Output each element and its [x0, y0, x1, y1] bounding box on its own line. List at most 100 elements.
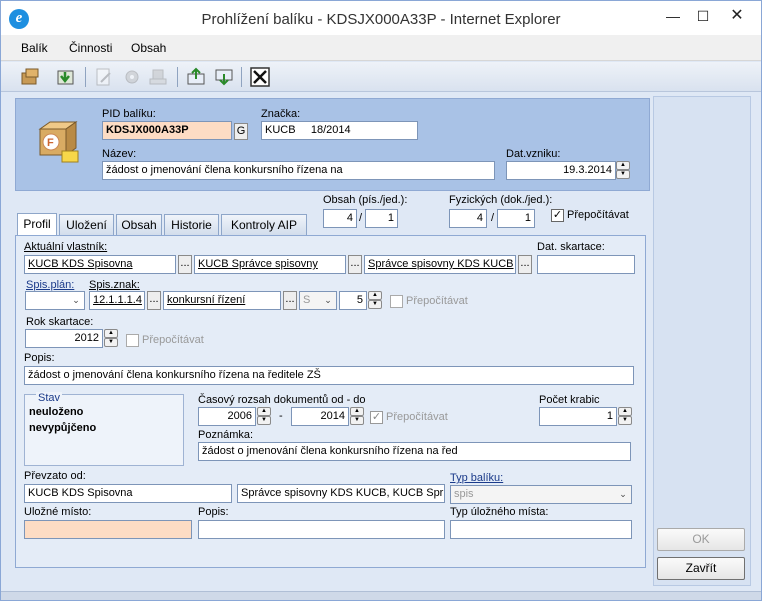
popis-label: Popis: [24, 352, 55, 364]
stamp-icon[interactable] [147, 66, 169, 88]
move-down-icon[interactable] [213, 66, 235, 88]
stav-vypujceni-value: nevypůjčeno [29, 422, 97, 434]
ulozne-misto-field[interactable] [24, 520, 192, 539]
menu-balik[interactable]: Balík [21, 41, 48, 55]
datskartace-label: Dat. skartace: [537, 241, 605, 253]
obsah-slash: / [359, 212, 363, 224]
typulozne-field[interactable] [450, 520, 632, 539]
toolbar-separator [85, 67, 86, 87]
vlastnik-1-browse-button[interactable]: ... [178, 255, 192, 274]
poznamka-field[interactable]: žádost o jmenování člena konkursního říz… [198, 442, 631, 461]
pocetkrabic-label: Počet krabic [539, 394, 600, 406]
obsah-pis-field[interactable]: 4 [323, 209, 357, 228]
rozsah-dash: - [279, 410, 283, 422]
vlastnik-3-browse-button[interactable]: ... [518, 255, 532, 274]
nazev-label: Název: [102, 148, 137, 160]
profil-tab-panel: Aktuální vlastník: KUCB KDS Spisovna ...… [15, 235, 646, 568]
skartacni-lhuta-field[interactable]: 5 [339, 291, 367, 310]
popis2-field[interactable] [198, 520, 445, 539]
fyz-jed-field[interactable]: 1 [497, 209, 535, 228]
stav-ulozeni-value: neuloženo [29, 406, 84, 418]
pid-field[interactable]: KDSJX000A33P [102, 121, 232, 140]
pocetkrabic-spinner[interactable]: ▲ ▼ [618, 407, 632, 426]
edit-document-icon[interactable] [93, 66, 115, 88]
vlastnik-field-2[interactable]: KUCB Správce spisovny [194, 255, 346, 274]
menu-bar: Balík Činnosti Obsah [1, 35, 761, 61]
spisznak-field[interactable]: 12.1.1.1.4 [89, 291, 145, 310]
menu-obsah[interactable]: Obsah [131, 41, 166, 55]
tab-ulozeni[interactable]: Uložení [59, 214, 114, 235]
fyz-slash: / [491, 212, 495, 224]
nazev-field[interactable]: žádost o jmenování člena konkursního říz… [102, 161, 495, 180]
rozsah-od-field[interactable]: 2006 [198, 407, 256, 426]
ulozne-label: Uložné místo: [24, 506, 92, 518]
typbaliku-label: Typ balíku: [450, 472, 504, 484]
prepocitavat-rozsah-label: Přepočítávat [386, 411, 448, 423]
svg-text:F: F [47, 137, 54, 149]
package-folder-icon: F [36, 119, 84, 167]
title-bar: e Prohlížení balíku - KDSJX000A33P - Int… [1, 1, 761, 35]
popis-field[interactable]: žádost o jmenování člena konkursního říz… [24, 366, 634, 385]
package-icon[interactable] [19, 66, 41, 88]
pocetkrabic-field[interactable]: 1 [539, 407, 617, 426]
prepocitavat-rozsah-checkbox[interactable]: ✓ [370, 411, 383, 424]
vlastnik-2-browse-button[interactable]: ... [348, 255, 362, 274]
vlastnik-field-1[interactable]: KUCB KDS Spisovna [24, 255, 176, 274]
prepocitavat-spis-label: Přepočítávat [406, 295, 468, 307]
obsah-jed-field[interactable]: 1 [365, 209, 398, 228]
chevron-down-icon: ⌄ [72, 295, 80, 305]
toolbar [1, 62, 761, 92]
tab-historie[interactable]: Historie [164, 214, 219, 235]
status-bar [1, 591, 761, 600]
menu-cinnosti[interactable]: Činnosti [69, 41, 112, 55]
datvzniku-spinner[interactable]: ▲ ▼ [616, 161, 630, 180]
chevron-down-icon: ⌄ [619, 489, 627, 499]
package-header-panel: F PID balíku: KDSJX000A33P G Značka: KUC… [15, 98, 650, 191]
prepocitavat-rok-label: Přepočítávat [142, 334, 204, 346]
skartacni-znak-select[interactable]: S ⌄ [299, 291, 337, 310]
rokskartace-label: Rok skartace: [26, 316, 94, 328]
stav-groupbox: Stav neuloženo nevypůjčeno [24, 392, 184, 466]
settings-icon[interactable] [121, 66, 143, 88]
rokskartace-spinner[interactable]: ▲ ▼ [104, 329, 118, 348]
tab-profil[interactable]: Profil [17, 213, 57, 236]
typbaliku-select[interactable]: spis ⌄ [450, 485, 632, 504]
prevzato-field-2[interactable]: Správce spisovny KDS KUCB, KUCB Spr [237, 484, 445, 503]
zavrit-button[interactable]: Zavřít [657, 557, 745, 580]
maximize-button[interactable]: ☐ [689, 7, 717, 27]
znacka-field[interactable]: KUCB 18/2014 [261, 121, 418, 140]
datskartace-field[interactable] [537, 255, 635, 274]
spisznak-browse-button[interactable]: ... [147, 291, 161, 310]
obsah-label: Obsah (pís./jed.): [323, 194, 408, 206]
move-up-icon[interactable] [185, 66, 207, 88]
prepocitavat-rok-checkbox[interactable] [126, 334, 139, 347]
rokskartace-field[interactable]: 2012 [25, 329, 103, 348]
prevzato-field-1[interactable]: KUCB KDS Spisovna [24, 484, 232, 503]
close-button[interactable]: ✕ [723, 7, 751, 27]
spisplan-select[interactable]: ⌄ [25, 291, 85, 310]
close-x-icon[interactable] [249, 66, 271, 88]
prepocitavat-checkbox[interactable]: ✓ [551, 209, 564, 222]
ok-button[interactable]: OK [657, 528, 745, 551]
datvzniku-field[interactable]: 19.3.2014 [506, 161, 616, 180]
tab-kontroly-aip[interactable]: Kontroly AIP [221, 214, 307, 235]
prepocitavat-spis-checkbox[interactable] [390, 295, 403, 308]
znacka-label: Značka: [261, 108, 301, 120]
g-button[interactable]: G [234, 123, 248, 140]
popis2-label: Popis: [198, 506, 229, 518]
spisznak-name-browse-button[interactable]: ... [283, 291, 297, 310]
fyz-dok-field[interactable]: 4 [449, 209, 487, 228]
rozsah-do-spinner[interactable]: ▲ ▼ [350, 407, 364, 426]
rozsah-od-spinner[interactable]: ▲ ▼ [257, 407, 271, 426]
prevzato-label: Převzato od: [24, 470, 86, 482]
refresh-down-icon[interactable] [55, 66, 77, 88]
spisznak-name-field[interactable]: konkursní řízení [163, 291, 281, 310]
skartacni-lhuta-spinner[interactable]: ▲ ▼ [368, 291, 382, 310]
minimize-button[interactable]: — [659, 7, 687, 27]
datvzniku-label: Dat.vzniku: [506, 148, 561, 160]
poznamka-label: Poznámka: [198, 429, 254, 441]
vlastnik-field-3[interactable]: Správce spisovny KDS KUCB [364, 255, 516, 274]
toolbar-separator [241, 67, 242, 87]
tab-obsah[interactable]: Obsah [116, 214, 162, 235]
rozsah-do-field[interactable]: 2014 [291, 407, 349, 426]
